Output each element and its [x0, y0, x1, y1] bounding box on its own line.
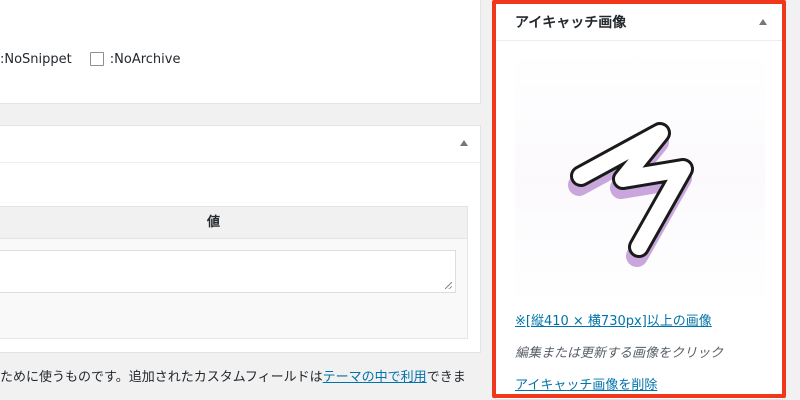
collapse-arrow-icon[interactable]	[460, 140, 468, 146]
resize-grip-icon[interactable]	[445, 282, 452, 289]
robots-panel: :NoSnippet :NoArchive	[0, 0, 481, 104]
custom-fields-table-row	[0, 239, 468, 339]
eyecatch-header-divider	[496, 40, 782, 41]
nosnippet-label[interactable]: :NoSnippet	[0, 52, 72, 67]
remove-eyecatch-link[interactable]: アイキャッチ画像を削除	[515, 374, 657, 393]
robots-options: :NoSnippet :NoArchive	[0, 48, 180, 70]
custom-fields-description: ために使うものです。追加されたカスタムフィールドはテーマの中で利用できま	[0, 366, 466, 385]
note-prefix: ために使うものです。追加されたカスタムフィールドは	[0, 370, 323, 385]
custom-fields-header[interactable]	[0, 126, 480, 163]
value-column-header: 値	[207, 215, 221, 230]
eyecatch-thumbnail[interactable]	[515, 51, 765, 305]
eyecatch-title: アイキャッチ画像	[515, 15, 627, 31]
noarchive-checkbox[interactable]	[89, 52, 104, 66]
noarchive-option[interactable]: :NoArchive	[89, 52, 181, 67]
noarchive-label[interactable]: :NoArchive	[110, 52, 181, 67]
theme-usage-link[interactable]: テーマの中で利用	[323, 370, 427, 385]
eyecatch-collapse-arrow-icon[interactable]	[759, 19, 767, 25]
value-textarea[interactable]	[0, 250, 456, 293]
edit-hint-text: 編集または更新する画像をクリック	[515, 346, 724, 361]
size-requirement-link[interactable]: ※[縦410 × 横730px]以上の画像	[515, 310, 712, 329]
custom-fields-table-header: 値	[0, 206, 468, 239]
note-suffix: できま	[426, 370, 466, 385]
zigzag-logo-image[interactable]	[515, 51, 765, 305]
